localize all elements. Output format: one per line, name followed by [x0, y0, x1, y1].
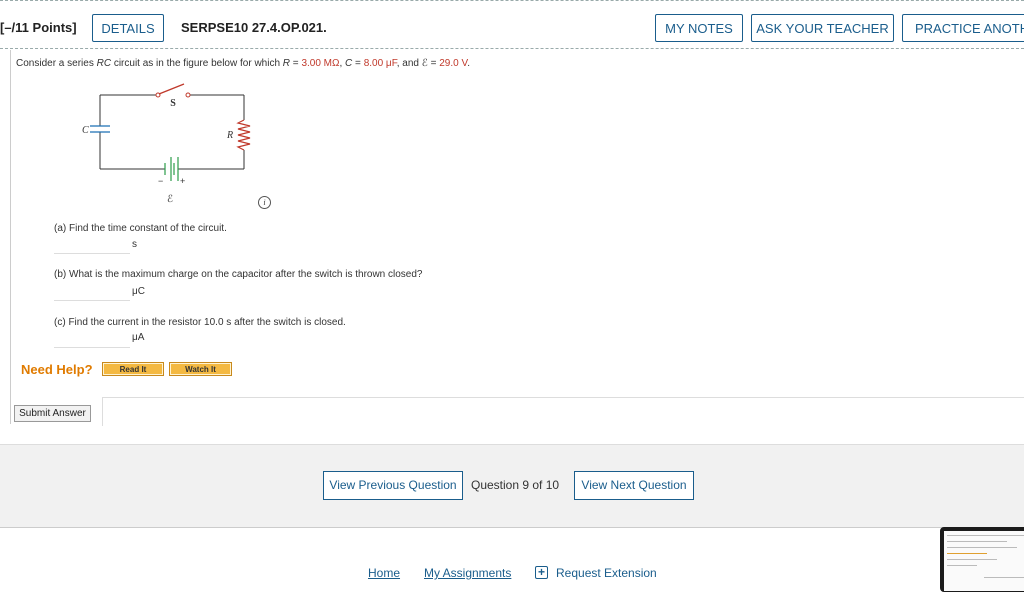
question-counter: Question 9 of 10 — [471, 478, 560, 492]
rc-symbol: RC — [96, 58, 112, 69]
question-prompt: Consider a series RC circuit as in the f… — [16, 58, 470, 69]
switch-arm — [158, 83, 185, 95]
resistance-value: 3.00 MΩ — [301, 58, 340, 69]
my-notes-button[interactable]: MY NOTES — [655, 14, 743, 42]
battery-plus-label: + — [180, 176, 185, 186]
period: . — [467, 58, 470, 69]
screen-thumbnail[interactable] — [940, 527, 1024, 592]
resistor-label: R — [226, 130, 233, 141]
thumbnail-line — [984, 577, 1024, 578]
question-header: [–/11 Points] DETAILS SERPSE10 27.4.OP.0… — [0, 0, 1024, 48]
submit-feedback-area — [102, 397, 1024, 426]
rc-circuit-figure: S C R − + ℰ — [82, 83, 251, 205]
capacitor-label: C — [82, 125, 89, 136]
ask-teacher-button[interactable]: ASK YOUR TEACHER — [751, 14, 894, 42]
watch-it-button[interactable]: Watch It — [169, 362, 232, 376]
thumbnail-line — [947, 541, 1007, 542]
part-b-unit: μC — [132, 286, 145, 297]
resistor-zigzag — [236, 119, 251, 151]
points-label: [–/11 Points] — [0, 20, 77, 35]
view-previous-question-button[interactable]: View Previous Question — [323, 471, 463, 500]
thumbnail-line — [947, 559, 997, 560]
need-help-label: Need Help? — [21, 362, 93, 377]
details-button[interactable]: DETAILS — [92, 14, 164, 42]
info-icon[interactable]: i — [258, 196, 271, 209]
view-next-question-button[interactable]: View Next Question — [574, 471, 694, 500]
practice-another-button[interactable]: PRACTICE ANOTHER — [902, 14, 1024, 42]
equals: = — [427, 58, 440, 69]
thumbnail-line — [947, 553, 987, 554]
plus-icon: + — [535, 566, 548, 579]
r-symbol: R — [282, 58, 291, 69]
thumbnail-line — [947, 547, 1017, 548]
submit-answer-button[interactable]: Submit Answer — [14, 405, 91, 422]
part-a-answer-input[interactable] — [54, 237, 130, 254]
separator: , and — [396, 58, 422, 69]
thumbnail-line — [947, 535, 1024, 536]
switch-terminal — [185, 92, 191, 98]
thumbnail-line — [947, 565, 977, 566]
request-extension-link[interactable]: Request Extension — [556, 566, 657, 580]
part-b-answer-input[interactable] — [54, 284, 130, 301]
thumbnail-content — [944, 531, 1024, 591]
part-a-unit: s — [132, 239, 137, 250]
header-divider — [0, 48, 1024, 49]
battery-minus-label: − — [158, 176, 163, 186]
home-link[interactable]: Home — [368, 566, 400, 580]
capacitance-value: 8.00 μF — [363, 58, 397, 69]
my-assignments-link[interactable]: My Assignments — [424, 566, 511, 580]
part-c-question: (c) Find the current in the resistor 10.… — [54, 317, 346, 328]
part-c-unit: μA — [132, 332, 145, 343]
question-id: SERPSE10 27.4.OP.021. — [181, 20, 327, 35]
equals: = — [352, 58, 364, 69]
part-c-answer-input[interactable] — [54, 331, 130, 348]
prompt-text: Consider a series — [16, 58, 97, 69]
emf-label: ℰ — [167, 194, 173, 205]
emf-value: 29.0 V — [439, 58, 468, 69]
part-a-question: (a) Find the time constant of the circui… — [54, 223, 227, 234]
equals: = — [290, 58, 302, 69]
read-it-button[interactable]: Read It — [102, 362, 164, 376]
prompt-text: circuit as in the figure below for which — [111, 58, 283, 69]
part-b-question: (b) What is the maximum charge on the ca… — [54, 269, 423, 280]
switch-label: S — [170, 98, 176, 109]
